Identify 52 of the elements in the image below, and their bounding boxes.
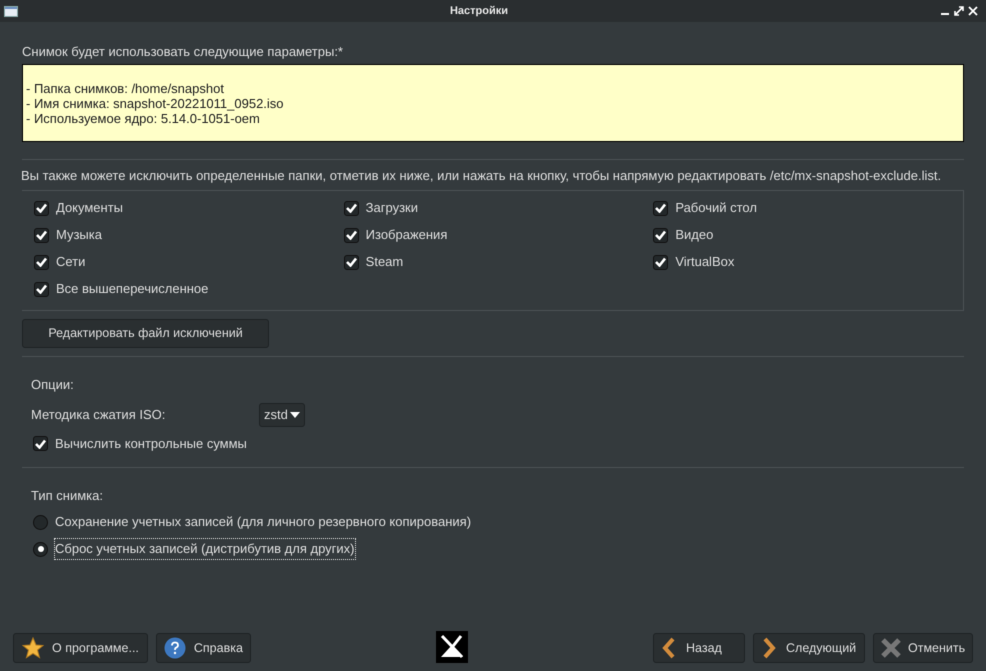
checkbox-label[interactable]: Рабочий стол xyxy=(675,198,757,218)
checkbox-label[interactable]: Документы xyxy=(56,198,124,218)
checkbox[interactable] xyxy=(344,228,359,242)
checkbox[interactable] xyxy=(653,228,668,242)
checkbox-label[interactable]: Вычислить контрольные суммы xyxy=(55,434,247,454)
checkbox[interactable] xyxy=(34,200,49,216)
checkbox-label[interactable]: Загрузки xyxy=(366,198,418,218)
checkbox[interactable] xyxy=(34,282,49,296)
checkbox[interactable] xyxy=(344,200,359,216)
back-button[interactable]: Назад xyxy=(653,633,745,663)
summary-line: - Имя снимка: snapshot-20221011_0952.iso xyxy=(26,96,285,111)
checkbox-label[interactable]: Все вышеперечисленное xyxy=(56,279,208,299)
radio-button[interactable] xyxy=(33,542,48,556)
chevron-left-icon xyxy=(662,637,676,659)
next-button[interactable]: Следующий xyxy=(753,633,865,663)
checkbox-label[interactable]: VirtualBox xyxy=(675,252,734,272)
chevron-right-icon xyxy=(762,637,776,659)
window-icon xyxy=(4,6,18,16)
exclude-info: Вы также можете исключить определенные папки, отметив их ниже, или нажать на кнопку, чтобы напрямую редактировать /etc/mx-snapshot-exclude.list. xyxy=(21,168,942,184)
summary-label: Снимок будет использовать следующие параметры:* xyxy=(22,43,344,60)
maximize-icon[interactable] xyxy=(954,6,964,16)
radio-label[interactable]: Сохранение учетных записей (для личного резервного копирования) xyxy=(55,512,472,532)
checkbox[interactable] xyxy=(33,436,48,451)
compression-label: Методика сжатия ISO: xyxy=(31,406,166,424)
edit-exclude-button[interactable]: Редактировать файл исключений xyxy=(22,319,269,348)
compression-dropdown[interactable]: zstd xyxy=(259,402,305,426)
dropdown-arrow-icon xyxy=(290,412,300,418)
checkbox-label[interactable]: Изображения xyxy=(366,225,448,245)
snapshot-type-label: Тип снимка: xyxy=(31,486,104,504)
cancel-button[interactable]: Отменить xyxy=(873,633,973,663)
close-icon[interactable] xyxy=(968,6,978,16)
checkbox[interactable] xyxy=(34,254,49,270)
options-label: Опции: xyxy=(31,376,75,394)
logo-icon xyxy=(436,631,468,663)
checkbox[interactable] xyxy=(653,254,668,270)
help-button[interactable]: Справка xyxy=(156,633,251,663)
about-button[interactable]: О программе... xyxy=(13,633,148,663)
checkbox-label[interactable]: Steam xyxy=(366,252,404,272)
cross-icon xyxy=(880,637,902,659)
checkbox-label[interactable]: Видео xyxy=(675,225,714,245)
summary-line: - Папка снимков: /home/snapshot xyxy=(26,81,225,96)
radio-label[interactable]: Сброс учетных записей (дистрибутив для других) xyxy=(55,539,355,559)
checkbox-label[interactable]: Сети xyxy=(56,252,86,272)
star-icon xyxy=(22,637,44,659)
summary-line: - Используемое ядро: 5.14.0-1051-oem xyxy=(26,111,261,126)
checkbox[interactable] xyxy=(344,254,359,270)
window-title: Настройки xyxy=(448,4,510,19)
checkbox[interactable] xyxy=(653,200,668,216)
radio-button[interactable] xyxy=(33,514,48,530)
checkbox-label[interactable]: Музыка xyxy=(56,225,102,245)
checkbox[interactable] xyxy=(34,228,49,242)
help-icon xyxy=(164,637,186,659)
